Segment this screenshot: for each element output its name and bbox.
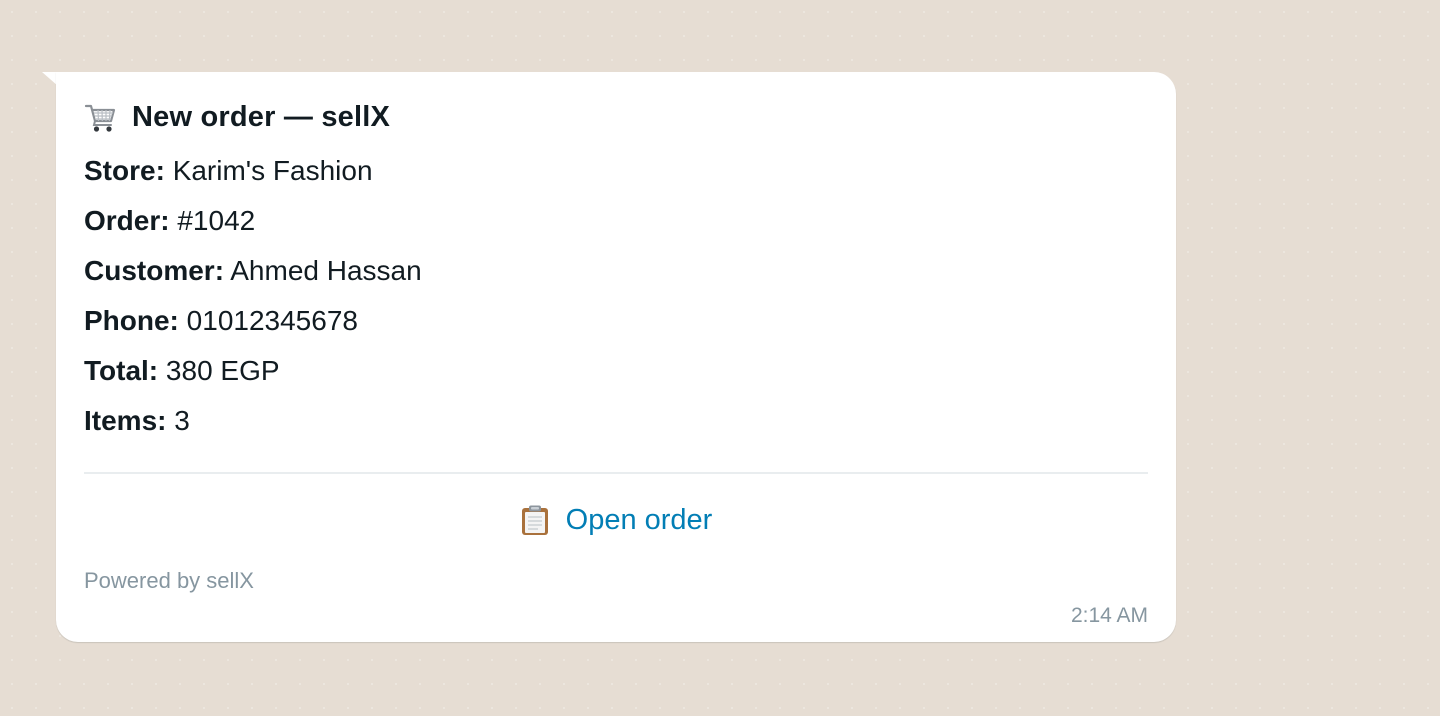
open-order-label[interactable]: Open order (566, 504, 713, 537)
field-value: Ahmed Hassan (230, 255, 422, 286)
message-bubble[interactable]: New order — sellX Store: Karim's Fashion… (56, 72, 1176, 642)
shopping-cart-icon (84, 100, 118, 134)
field-value: #1042 (177, 205, 256, 236)
field-label: Total: (84, 355, 159, 386)
order-details: Store: Karim's Fashion Order: #1042 Cust… (84, 150, 1148, 450)
field-label: Phone: (84, 305, 179, 336)
message-timestamp: 2:14 AM (1070, 604, 1148, 627)
message-title: New order — sellX (132, 100, 391, 133)
message-header: New order — sellX (84, 96, 1148, 138)
field-customer: Customer: Ahmed Hassan (84, 250, 1148, 300)
field-value: Karim's Fashion (172, 155, 373, 186)
field-phone: Phone: 01012345678 (84, 300, 1148, 350)
field-order: Order: #1042 (84, 200, 1148, 250)
field-items: Items: 3 (84, 400, 1148, 450)
field-label: Items: (84, 405, 167, 436)
field-label: Customer: (84, 255, 225, 286)
open-order-button[interactable]: Open order (84, 474, 1148, 566)
field-label: Order: (84, 205, 170, 236)
field-value: 01012345678 (186, 305, 358, 336)
field-store: Store: Karim's Fashion (84, 150, 1148, 200)
chat-background: New order — sellX Store: Karim's Fashion… (0, 0, 1440, 716)
field-value: 380 EGP (165, 355, 280, 386)
footer-text: Powered by sellX (84, 568, 254, 593)
field-total: Total: 380 EGP (84, 350, 1148, 400)
field-label: Store: (84, 155, 165, 186)
clipboard-icon (520, 504, 550, 536)
field-value: 3 (174, 405, 190, 436)
